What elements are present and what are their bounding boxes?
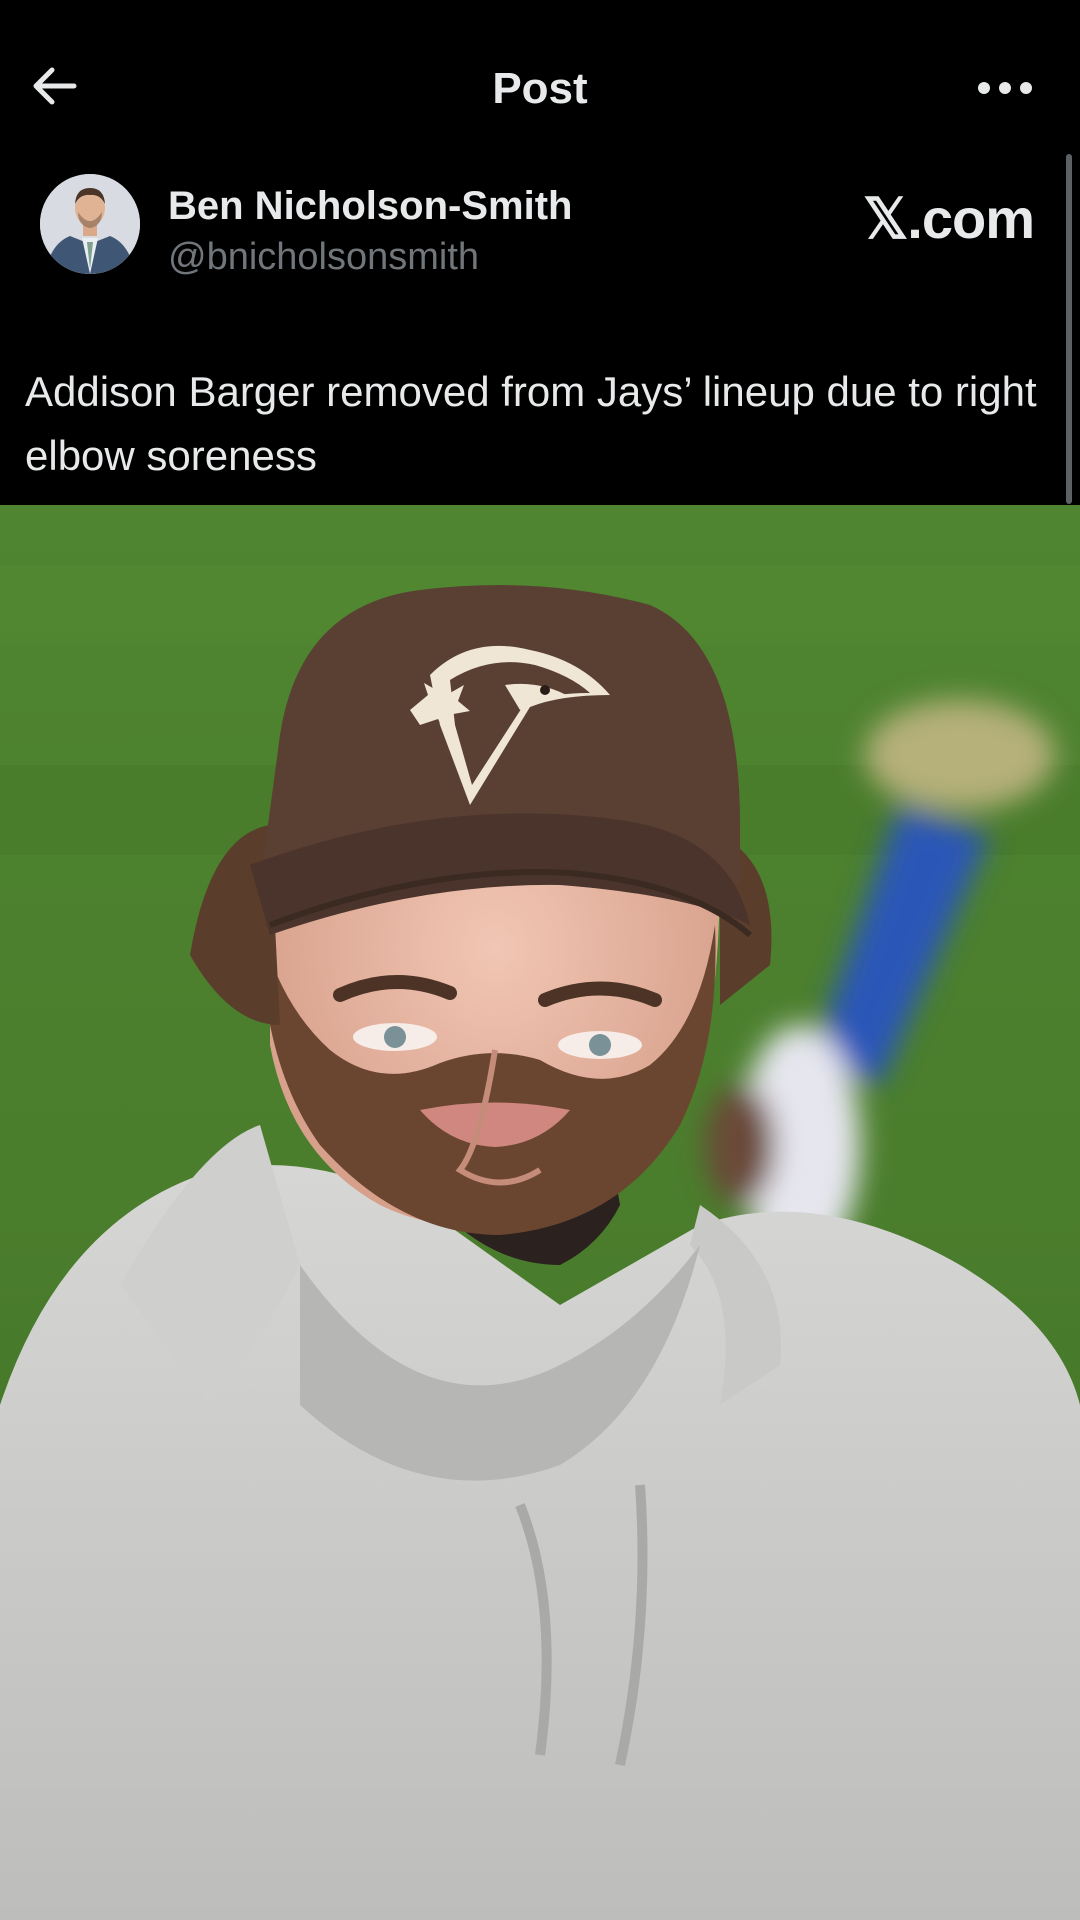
author-name[interactable]: Ben Nicholson-Smith bbox=[168, 184, 572, 229]
page-title: Post bbox=[492, 64, 588, 113]
more-horizontal-icon bbox=[977, 81, 1033, 100]
post-media-image[interactable] bbox=[0, 505, 1080, 1920]
post-author: Ben Nicholson-Smith @bnicholsonsmith 𝕏.c… bbox=[0, 150, 1080, 310]
post-text: Addison Barger removed from Jays’ lineup… bbox=[25, 368, 1037, 479]
more-options-button[interactable] bbox=[970, 70, 1040, 110]
scrollbar[interactable] bbox=[1066, 154, 1072, 504]
avatar[interactable] bbox=[40, 174, 140, 274]
x-com-watermark: 𝕏.com bbox=[863, 187, 1035, 250]
author-handle[interactable]: @bnicholsonsmith bbox=[168, 236, 479, 279]
top-bar: Post bbox=[0, 0, 1080, 150]
